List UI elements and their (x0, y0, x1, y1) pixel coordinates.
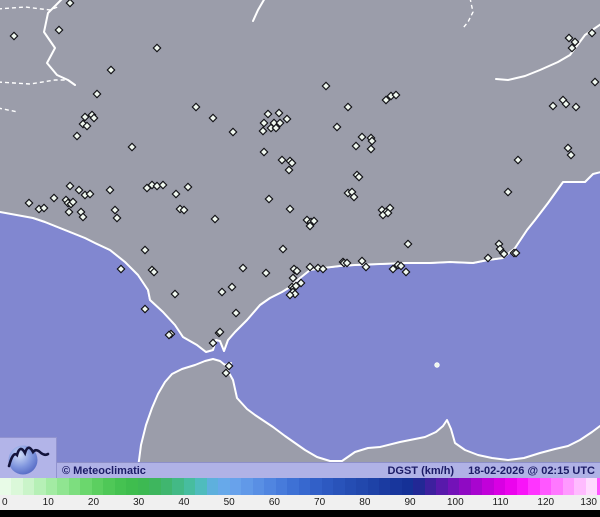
legend-color-block (206, 478, 219, 495)
map-canvas (0, 0, 600, 462)
legend-color-block (45, 478, 58, 495)
legend-color-block (264, 478, 276, 495)
copyright-label: © Meteoclimatic (62, 464, 146, 477)
legend-color-block (310, 478, 322, 495)
product-datetime: DGST (km/h) 18-02-2026 @ 02:15 UTC (387, 465, 595, 477)
legend-color-block (91, 478, 104, 495)
legend-tick-60: 60 (268, 497, 280, 508)
legend-color-block (459, 478, 471, 495)
legend-color-block (57, 478, 69, 495)
legend-color-block (333, 478, 345, 495)
legend-color-block (539, 478, 552, 495)
legend-color-block (80, 478, 92, 495)
legend-color-block (68, 478, 81, 495)
legend-color-block (103, 478, 115, 495)
legend-color-block (378, 478, 391, 495)
legend-color-block (413, 478, 425, 495)
legend-tick-10: 10 (42, 497, 54, 508)
legend-tick-labels: 0 10 20 30 40 50 60 70 80 90 100 110 120 130 (0, 495, 600, 510)
legend-color-scale (0, 478, 600, 495)
legend-color-block (195, 478, 207, 495)
legend-tick-20: 20 (87, 497, 100, 508)
legend-color-block (34, 478, 46, 495)
legend-color-block (551, 478, 563, 495)
alboran-islet (434, 362, 440, 368)
legend-color-block (160, 478, 173, 495)
legend-color-block (447, 478, 460, 495)
legend-color-block (298, 478, 311, 495)
legend-color-block (114, 478, 127, 495)
legend-color-block (172, 478, 184, 495)
legend-color-block (252, 478, 265, 495)
legend-color-block (470, 478, 483, 495)
legend-color-block (0, 478, 12, 495)
meteoclimatic-wave-ball-logo (7, 445, 50, 475)
legend-color-block (356, 478, 368, 495)
legend-color-block (528, 478, 540, 495)
legend-tick-0: 0 (2, 497, 8, 508)
legend-color-block (493, 478, 506, 495)
legend-tick-130: 130 (580, 497, 597, 508)
legend-color-block (218, 478, 230, 495)
legend-color-block (401, 478, 414, 495)
legend-color-block (287, 478, 299, 495)
product-label: DGST (km/h) (387, 464, 455, 477)
legend-color-block (367, 478, 379, 495)
legend-color-block (436, 478, 448, 495)
legend-color-block (574, 478, 586, 495)
legend-color-block (149, 478, 161, 495)
legend-tick-100: 100 (446, 497, 464, 508)
map-layers (0, 0, 600, 462)
legend-footer-strip (0, 510, 600, 517)
legend-color-block (137, 478, 150, 495)
legend-tick-30: 30 (133, 497, 145, 508)
legend-tick-50: 50 (223, 497, 235, 508)
legend-tick-110: 110 (492, 497, 509, 508)
weather-map-page: © Meteoclimatic DGST (km/h) 18-02-2026 @… (0, 0, 600, 517)
legend-color-block (562, 478, 575, 495)
legend-tick-120: 120 (537, 497, 555, 508)
legend-color-block (344, 478, 357, 495)
legend-color-block (321, 478, 334, 495)
legend-tick-80: 80 (359, 497, 371, 508)
legend-tick-90: 90 (404, 497, 416, 508)
legend-color-block (183, 478, 196, 495)
legend-tick-70: 70 (314, 497, 326, 508)
status-bar: © Meteoclimatic DGST (km/h) 18-02-2026 @… (0, 462, 600, 478)
timestamp-label: 18-02-2026 @ 02:15 UTC (468, 464, 595, 477)
legend-color-block (126, 478, 138, 495)
legend-color-block (275, 478, 288, 495)
legend-color-block (229, 478, 242, 495)
legend-color-block (241, 478, 253, 495)
legend-color-block (11, 478, 23, 495)
legend-color-block (390, 478, 402, 495)
legend-color-block (505, 478, 517, 495)
meteoclimatic-logo-box (0, 437, 57, 478)
legend-tick-40: 40 (178, 497, 190, 508)
legend-color-block (424, 478, 437, 495)
legend-color-block (585, 478, 598, 495)
legend-color-block (22, 478, 35, 495)
legend-color-block (516, 478, 529, 495)
legend-color-block (482, 478, 494, 495)
